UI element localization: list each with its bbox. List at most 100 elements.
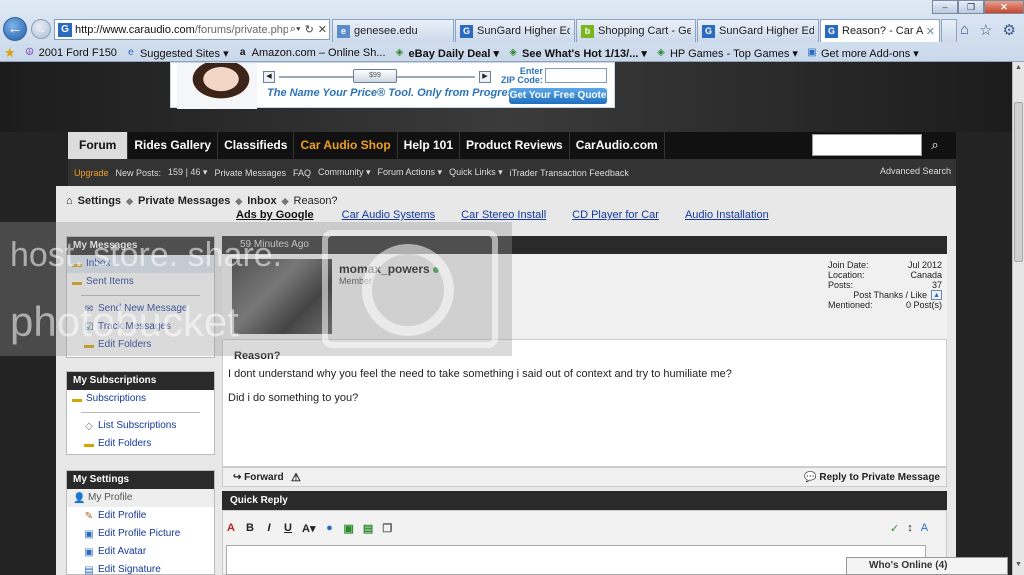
report-warning-icon[interactable]: ⚠ bbox=[291, 471, 301, 484]
camera-icon bbox=[322, 230, 498, 348]
ad-link-cd-player[interactable]: CD Player for Car bbox=[572, 209, 659, 221]
ad-zip-input[interactable] bbox=[545, 68, 607, 83]
switch-editor-icon[interactable]: A bbox=[921, 522, 928, 535]
slider-knob[interactable]: $99 bbox=[353, 69, 397, 83]
slider-left-icon[interactable]: ◀ bbox=[263, 71, 275, 83]
font-icon[interactable]: A bbox=[226, 522, 236, 535]
back-button[interactable]: ← bbox=[3, 17, 27, 41]
nav-tab-help-101[interactable]: Help 101 bbox=[398, 132, 461, 159]
bookmark-whats-hot[interactable]: ◈ See What's Hot 1/13/... ▾ bbox=[503, 47, 651, 60]
slider-right-icon[interactable]: ▶ bbox=[479, 71, 491, 83]
breadcrumb-settings[interactable]: Settings bbox=[78, 195, 121, 207]
image-icon[interactable]: ▣ bbox=[343, 522, 353, 535]
folder-edit-icon: ▬ bbox=[84, 438, 94, 450]
subnav-forum-actions[interactable]: Forum Actions ▾ bbox=[378, 167, 443, 178]
subnav-private-messages[interactable]: Private Messages bbox=[214, 168, 286, 178]
breadcrumb-inbox[interactable]: Inbox bbox=[247, 195, 276, 207]
scroll-up-icon[interactable]: ▲ bbox=[1013, 64, 1024, 76]
underline-icon[interactable]: U bbox=[283, 522, 293, 535]
italic-icon[interactable]: I bbox=[264, 522, 274, 535]
text-color-icon[interactable]: A▾ bbox=[302, 522, 315, 535]
sidebar-item-list-subscriptions[interactable]: ◇ List Subscriptions bbox=[67, 417, 214, 435]
maximize-button[interactable]: ❐ bbox=[958, 0, 984, 14]
search-icon[interactable]: ⌕ bbox=[924, 134, 946, 156]
stop-icon[interactable]: ✕ bbox=[316, 23, 329, 36]
tab-sungard-1[interactable]: G SunGard Higher Educati... bbox=[455, 19, 575, 42]
signature-edit-icon: ▤ bbox=[84, 564, 94, 575]
reply-button[interactable]: 💬 Reply to Private Message bbox=[804, 472, 940, 483]
subnav-itrader[interactable]: iTrader Transaction Feedback bbox=[510, 168, 629, 178]
sidebar-item-edit-signature[interactable]: ▤ Edit Signature bbox=[67, 561, 214, 575]
bold-icon[interactable]: B bbox=[245, 522, 255, 535]
favorites-star-icon[interactable]: ★ bbox=[0, 45, 20, 61]
sidebar-item-my-profile[interactable]: 👤 My Profile bbox=[67, 489, 214, 507]
ad-quote-button[interactable]: Get Your Free Quote bbox=[509, 88, 607, 104]
spellcheck-icon[interactable]: ✓ bbox=[890, 522, 899, 535]
subnav-faq[interactable]: FAQ bbox=[293, 168, 311, 178]
bookmark-get-addons[interactable]: ▣ Get more Add-ons ▾ bbox=[802, 47, 923, 60]
video-icon[interactable]: ▤ bbox=[363, 522, 373, 535]
page-scrollbar[interactable]: ▲ ▼ bbox=[1012, 62, 1024, 575]
nav-tab-car-audio-shop[interactable]: Car Audio Shop bbox=[294, 132, 398, 159]
browser-tools: ⌂ ☆ ⚙ bbox=[960, 21, 1016, 39]
nav-tab-classifieds[interactable]: Classifieds bbox=[218, 132, 295, 159]
quote-icon[interactable]: ❐ bbox=[382, 522, 392, 535]
ad-link-car-stereo-install[interactable]: Car Stereo Install bbox=[461, 209, 546, 221]
forward-button[interactable]: ↪ Forward bbox=[233, 472, 284, 483]
bookmark-ford-f150[interactable]: ☮ 2001 Ford F150 bbox=[20, 47, 121, 59]
ad-link-car-audio-systems[interactable]: Car Audio Systems bbox=[342, 209, 436, 221]
whos-online-bar[interactable]: Who's Online (4) bbox=[846, 557, 1008, 575]
tab-reason-active[interactable]: G Reason? - Car Audio ... ✕ bbox=[820, 19, 940, 42]
nav-tab-forum[interactable]: Forum bbox=[68, 132, 129, 159]
ad-price-slider[interactable]: ◀ $99 ▶ bbox=[263, 69, 491, 83]
refresh-icon[interactable]: ↻ bbox=[303, 23, 316, 36]
gear-icon[interactable]: ⚙ bbox=[1003, 21, 1016, 39]
sidebar-item-edit-profile-picture[interactable]: ▣ Edit Profile Picture bbox=[67, 525, 214, 543]
tab-genesee[interactable]: e genesee.edu bbox=[332, 19, 454, 42]
sidebar-item-edit-folders-subs[interactable]: ▬ Edit Folders bbox=[67, 435, 214, 453]
minimize-button[interactable]: – bbox=[932, 0, 958, 14]
quick-reply-textarea[interactable] bbox=[226, 545, 926, 575]
subnav-community[interactable]: Community ▾ bbox=[318, 167, 371, 178]
scrollbar-thumb[interactable] bbox=[1014, 102, 1023, 262]
nav-tab-rides-gallery[interactable]: Rides Gallery bbox=[128, 132, 219, 159]
tab-shopping-cart[interactable]: b Shopping Cart - Genese... bbox=[576, 19, 696, 42]
nav-tab-product-reviews[interactable]: Product Reviews bbox=[460, 132, 570, 159]
upgrade-link[interactable]: Upgrade bbox=[74, 168, 109, 178]
sungard-g-icon: G bbox=[702, 24, 715, 38]
subnav-quick-links[interactable]: Quick Links ▾ bbox=[449, 167, 503, 178]
breadcrumb-private-messages[interactable]: Private Messages bbox=[138, 195, 230, 207]
new-tab-button[interactable] bbox=[941, 19, 957, 42]
sidebar-item-edit-profile[interactable]: ✎ Edit Profile bbox=[67, 507, 214, 525]
bookmark-ebay-daily-deal[interactable]: ◈ eBay Daily Deal ▾ bbox=[390, 47, 504, 60]
home-icon[interactable]: ⌂ bbox=[66, 195, 73, 207]
stat-post-thanks[interactable]: Post Thanks / Like ▲ bbox=[828, 290, 942, 300]
close-window-button[interactable]: ✕ bbox=[984, 0, 1024, 14]
forward-button[interactable]: → bbox=[31, 19, 51, 39]
advanced-search-link[interactable]: Advanced Search bbox=[880, 166, 951, 176]
search-icon[interactable]: ⌕▾ bbox=[288, 23, 303, 36]
sidebar-item-subscriptions[interactable]: ▬ Subscriptions bbox=[67, 390, 214, 408]
expand-icon[interactable]: ▲ bbox=[931, 290, 942, 300]
address-bar[interactable]: G http://www.caraudio.com/forums/private… bbox=[54, 19, 330, 40]
favorites-star-icon[interactable]: ☆ bbox=[979, 21, 992, 39]
bookmark-suggested-sites[interactable]: e Suggested Sites ▾ bbox=[121, 47, 233, 60]
post-text-line-2: Did i do something to you? bbox=[228, 392, 359, 404]
scroll-down-icon[interactable]: ▼ bbox=[1013, 561, 1024, 573]
new-posts-label[interactable]: New Posts: bbox=[116, 168, 162, 178]
tab-sungard-2[interactable]: G SunGard Higher Educati... bbox=[697, 19, 819, 42]
bookmark-amazon[interactable]: a Amazon.com – Online Sh... bbox=[233, 47, 390, 59]
progressive-ad[interactable]: ◀ $99 ▶ The Name Your Price® Tool. Only … bbox=[170, 62, 615, 109]
nav-tab-caraudio-com[interactable]: CarAudio.com bbox=[570, 132, 665, 159]
sidebar-heading: My Subscriptions bbox=[67, 372, 214, 390]
new-posts-counts[interactable]: 159 | 46 ▾ bbox=[168, 167, 207, 178]
close-tab-icon[interactable]: ✕ bbox=[926, 25, 935, 38]
resize-icon[interactable]: ↕ bbox=[907, 522, 913, 535]
bookmark-hp-games[interactable]: ◈ HP Games - Top Games ▾ bbox=[651, 47, 802, 60]
forum-search-input[interactable] bbox=[812, 134, 922, 156]
sidebar-item-edit-avatar[interactable]: ▣ Edit Avatar bbox=[67, 543, 214, 561]
link-icon[interactable]: ● bbox=[324, 522, 334, 535]
home-icon[interactable]: ⌂ bbox=[960, 21, 969, 39]
ad-link-audio-installation[interactable]: Audio Installation bbox=[685, 209, 769, 221]
ads-by-google-label[interactable]: Ads by Google bbox=[236, 209, 314, 221]
